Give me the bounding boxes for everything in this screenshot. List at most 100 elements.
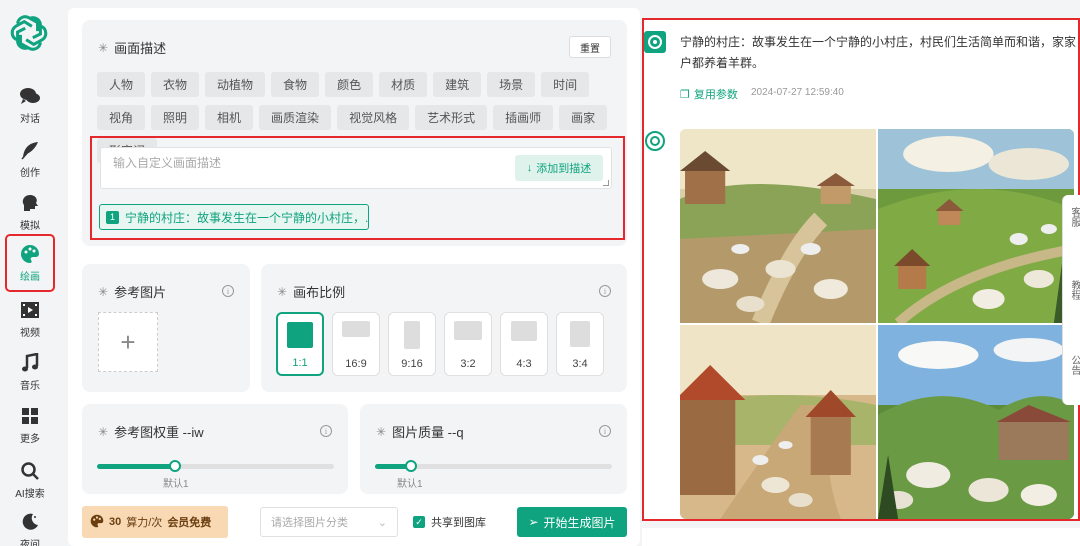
aspect-option-3-2[interactable]: 3:2 (444, 312, 492, 376)
openai-logo-icon[interactable] (10, 14, 48, 52)
asterisk-icon: ✳ (277, 284, 288, 299)
grid-icon (19, 405, 41, 427)
ratio-shape-icon (454, 321, 482, 340)
nav-item-music[interactable]: 音乐 (6, 347, 54, 397)
tag-chip[interactable]: 画质渲染 (259, 105, 332, 130)
chip-text: 宁静的村庄：故事发生在一个宁静的小村庄，... (125, 210, 369, 225)
aspect-title: ✳ 画布比例 (277, 284, 346, 301)
asterisk-icon: ✳ (98, 424, 109, 439)
description-title: ✳ 画面描述 (98, 40, 167, 57)
nav-label: 绘画 (20, 272, 40, 283)
aspect-option-1-1[interactable]: 1:1 (276, 312, 324, 376)
aspect-ratio-card: ✳ 画布比例 i 1:1 16:9 9:16 3:2 4:3 3:4 (261, 264, 627, 392)
tag-chip[interactable]: 人物 (97, 72, 146, 97)
generated-image-2[interactable] (878, 129, 1074, 323)
reference-image-card: ✳ 参考图片 i + (82, 264, 250, 392)
share-label: 共享到图库 (431, 517, 486, 529)
side-tab-service[interactable]: 客服 (1067, 207, 1080, 227)
info-icon[interactable]: i (222, 285, 234, 297)
aspect-option-9-16[interactable]: 9:16 (388, 312, 436, 376)
nav-item-chat[interactable]: 对话 (6, 80, 54, 130)
tag-chip[interactable]: 场景 (487, 72, 536, 97)
message-timestamp: 2024-07-27 12:59:40 (751, 87, 844, 98)
result-panel: 宁静的村庄：故事发生在一个宁静的小村庄，村民们生活简单而和谐，家家 户都养着羊群… (642, 18, 1080, 521)
quality-slider-thumb[interactable] (404, 460, 417, 472)
image-weight-card: ✳ 参考图权重 --iw i 默认1 (82, 404, 348, 494)
price-badge: 30 算力/次 会员免费 (82, 506, 228, 538)
tag-chip[interactable]: 相机 (205, 105, 254, 130)
price-member: 会员免费 (167, 517, 212, 529)
share-checkbox[interactable]: ✓ (413, 516, 425, 528)
asterisk-icon: ✳ (98, 40, 109, 55)
iw-slider-thumb[interactable] (169, 460, 182, 472)
add-to-description-button[interactable]: ↓ 添加到描述 (515, 155, 603, 181)
left-nav: 对话 创作 模拟 绘画 视频 音乐 更多 AI搜索 夜间 (0, 0, 60, 546)
tag-chip[interactable]: 材质 (379, 72, 428, 97)
description-placeholder: 输入自定义画面描述 (113, 156, 222, 170)
tag-chip[interactable]: 衣物 (151, 72, 200, 97)
bot-avatar-icon (645, 131, 665, 151)
asterisk-icon: ✳ (98, 284, 109, 299)
nav-label: 音乐 (20, 381, 40, 392)
generated-image-1[interactable] (680, 129, 876, 323)
tag-chip[interactable]: 时间 (541, 72, 590, 97)
share-to-gallery[interactable]: ✓ 共享到图库 (413, 514, 486, 530)
generated-image-4[interactable] (878, 325, 1074, 519)
ratio-shape-icon (287, 322, 313, 348)
head-icon (19, 192, 41, 214)
tag-chip[interactable]: 插画师 (493, 105, 554, 130)
search-icon (19, 460, 41, 482)
aspect-option-3-4[interactable]: 3:4 (556, 312, 604, 376)
iw-slider-fill (97, 464, 176, 469)
tag-chip[interactable]: 照明 (151, 105, 200, 130)
side-tab-announcement[interactable]: 公告 (1067, 355, 1080, 375)
generated-image-3[interactable] (680, 325, 876, 519)
nav-item-create[interactable]: 创作 (6, 134, 54, 184)
moon-icon (19, 511, 41, 533)
quality-title: ✳ 图片质量 --q (376, 424, 464, 441)
tag-chip[interactable]: 艺术形式 (415, 105, 488, 130)
nav-item-video[interactable]: 视频 (6, 294, 54, 344)
generated-image-grid[interactable] (680, 129, 1074, 519)
nav-item-night-mode[interactable]: 夜间 (6, 506, 54, 546)
description-chip[interactable]: 1 宁静的村庄：故事发生在一个宁静的小村庄，... × (99, 204, 369, 230)
resize-handle[interactable] (603, 180, 609, 186)
prompt-message: 宁静的村庄：故事发生在一个宁静的小村庄，村民们生活简单而和谐，家家 户都养着羊群… (680, 35, 1077, 70)
tag-chip[interactable]: 视角 (97, 105, 146, 130)
nav-item-simulate[interactable]: 模拟 (6, 187, 54, 237)
ratio-shape-icon (511, 321, 537, 341)
upload-reference-button[interactable]: + (98, 312, 158, 372)
info-icon[interactable]: i (599, 285, 611, 297)
iw-slider[interactable] (97, 460, 334, 472)
tag-chip[interactable]: 建筑 (433, 72, 482, 97)
nav-label: 模拟 (20, 221, 40, 232)
category-select[interactable]: 请选择图片分类 ⌄ (260, 507, 398, 537)
generate-button[interactable]: ➢ 开始生成图片 (517, 507, 627, 537)
side-tab-tutorial[interactable]: 教程 (1067, 280, 1080, 300)
info-icon[interactable]: i (320, 425, 332, 437)
nav-item-ai-search[interactable]: AI搜索 (6, 455, 54, 505)
reset-button[interactable]: 重置 (569, 36, 611, 58)
arrow-down-icon: ↓ (526, 162, 533, 174)
quality-slider[interactable] (375, 460, 612, 472)
tag-chip[interactable]: 颜色 (325, 72, 374, 97)
tag-chip[interactable]: 画家 (559, 105, 608, 130)
reuse-params-button[interactable]: ❐ 复用参数 (680, 86, 738, 102)
nav-item-draw[interactable]: 绘画 (5, 234, 55, 292)
nav-label: 创作 (20, 168, 40, 179)
aspect-option-4-3[interactable]: 4:3 (500, 312, 548, 376)
tag-chip[interactable]: 食物 (271, 72, 320, 97)
send-icon: ➢ (528, 515, 539, 529)
tag-chip[interactable]: 视觉风格 (337, 105, 410, 130)
drawing-form-panel: ✳ 画面描述 重置 人物 衣物 动植物 食物 颜色 材质 建筑 场景 时间视角 照明 相机 画质渲染视… (68, 8, 640, 546)
music-icon (19, 352, 41, 374)
nav-label: 对话 (20, 114, 40, 125)
nav-item-more[interactable]: 更多 (6, 400, 54, 450)
description-input[interactable]: 输入自定义画面描述 ↓ 添加到描述 (100, 147, 612, 189)
nav-label: AI搜索 (15, 489, 45, 500)
palette-icon (19, 243, 41, 265)
chat-icon (19, 85, 41, 107)
aspect-option-16-9[interactable]: 16:9 (332, 312, 380, 376)
info-icon[interactable]: i (599, 425, 611, 437)
tag-chip[interactable]: 动植物 (205, 72, 266, 97)
